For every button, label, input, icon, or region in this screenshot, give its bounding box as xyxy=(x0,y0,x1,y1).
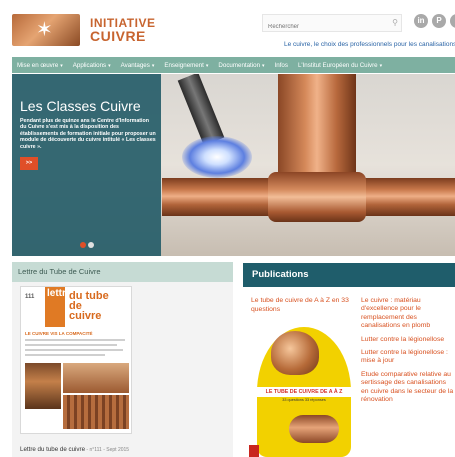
brand-name[interactable]: INITIATIVE CUIVRE xyxy=(90,17,155,44)
main-nav: Mise en œuvre ▾ Applications ▾ Avantages ▾ … xyxy=(12,57,455,73)
slider-dot-2[interactable] xyxy=(88,242,94,248)
chevron-down-icon: ▾ xyxy=(262,62,265,69)
book-title-link[interactable]: Le tube de cuivre de A à Z en 33 questio… xyxy=(251,297,351,314)
lettre-cover-image[interactable]: 111 lettre du tube de cuivre LE CUIVRE V… xyxy=(20,286,132,434)
nav-item-institut[interactable]: L'Institut Européen du Cuivre ▾ xyxy=(293,62,387,69)
lettre-panel: 111 lettre du tube de cuivre LE CUIVRE V… xyxy=(12,282,233,457)
nav-label: L'Institut Européen du Cuivre xyxy=(297,61,378,69)
nav-label: Infos xyxy=(274,61,288,69)
cover-text-line xyxy=(25,354,105,356)
nav-label: Documentation xyxy=(218,61,261,69)
nav-item-avantages[interactable]: Avantages ▾ xyxy=(116,62,160,69)
torch-image xyxy=(177,74,225,146)
nav-label: Mise en œuvre xyxy=(17,61,59,69)
slider-dot-1[interactable] xyxy=(80,242,86,248)
hero-text: Pendant plus de quinze ans le Centre d'I… xyxy=(20,118,156,150)
nav-item-infos[interactable]: Infos xyxy=(270,62,293,69)
hero-slider: Les Classes Cuivre Pendant plus de quinz… xyxy=(12,74,455,256)
book-cover-subtitle: 33 questions 33 réponses xyxy=(282,398,326,402)
chevron-down-icon: ▾ xyxy=(60,62,63,69)
hero-title: Les Classes Cuivre xyxy=(20,98,141,114)
lettre-heading: Lettre du Tube de Cuivre xyxy=(12,262,233,282)
linkedin-icon[interactable]: in xyxy=(414,14,428,28)
search-box: ⚲ xyxy=(262,14,402,35)
cover-subtitle: LE CUIVRE VIS LA COMPACITÉ xyxy=(25,331,93,336)
copper-elbow-image xyxy=(271,331,319,375)
cover-word: lettre xyxy=(47,288,72,299)
brand-line-2: CUIVRE xyxy=(90,28,146,44)
nav-label: Enseignement xyxy=(164,61,204,69)
nav-label: Avantages xyxy=(120,61,150,69)
chevron-down-icon: ▾ xyxy=(379,62,383,69)
publication-links: Le cuivre : matériau d'excellence pour l… xyxy=(361,297,455,409)
site-tagline: Le cuivre, le choix des professionnels p… xyxy=(284,41,455,48)
book-red-tab xyxy=(249,445,259,457)
publication-link[interactable]: Lutter contre la légionellose xyxy=(361,336,455,344)
publications-heading: Publications xyxy=(243,263,455,287)
search-input[interactable] xyxy=(263,19,383,35)
social-icon[interactable] xyxy=(450,14,455,28)
nav-item-documentation[interactable]: Documentation ▾ xyxy=(213,62,269,69)
chevron-down-icon: ▾ xyxy=(151,62,155,69)
cover-text-line xyxy=(25,339,125,341)
cover-photo xyxy=(63,395,129,429)
pinterest-icon[interactable]: P xyxy=(432,14,446,28)
book-cover-title: LE TUBE DE CUIVRE DE A À Z xyxy=(257,387,351,397)
publication-link[interactable]: Lutter contre la légionellose : mise à j… xyxy=(361,349,455,366)
publications-panel: Le tube de cuivre de A à Z en 33 questio… xyxy=(243,287,455,457)
copper-tube-image xyxy=(289,415,339,443)
cover-title-line: cuivre xyxy=(69,310,102,322)
site-logo[interactable]: ✶ xyxy=(12,14,80,46)
chevron-down-icon: ▾ xyxy=(205,62,209,69)
publication-link[interactable]: Le cuivre : matériau d'excellence pour l… xyxy=(361,297,455,331)
hero-more-button[interactable]: >> xyxy=(20,157,38,170)
lettre-issue: - n°111 - Sept 2015 xyxy=(85,447,130,453)
nav-item-mise-en-oeuvre[interactable]: Mise en œuvre ▾ xyxy=(12,62,68,69)
cover-title: du tube de cuivre xyxy=(69,291,109,322)
star-logo-icon: ✶ xyxy=(36,19,53,41)
flame-image xyxy=(182,136,252,178)
copper-tee-image xyxy=(268,172,366,222)
cover-photo xyxy=(25,363,61,409)
cover-text-line xyxy=(25,349,123,351)
chevron-down-icon: ▾ xyxy=(108,62,111,69)
cover-photo xyxy=(63,363,129,393)
search-icon[interactable]: ⚲ xyxy=(392,18,398,27)
lettre-caption-text: Lettre du tube de cuivre xyxy=(20,446,86,453)
nav-item-enseignement[interactable]: Enseignement ▾ xyxy=(159,62,213,69)
book-cover-image[interactable]: LE TUBE DE CUIVRE DE A À Z 33 questions … xyxy=(249,321,351,457)
cover-logo: 111 xyxy=(25,294,35,300)
nav-label: Applications xyxy=(72,61,107,69)
lettre-caption[interactable]: Lettre du tube de cuivre - n°111 - Sept … xyxy=(20,446,129,453)
nav-item-applications[interactable]: Applications ▾ xyxy=(68,62,116,69)
cover-text-line xyxy=(25,344,117,346)
publication-link[interactable]: Etude comparative relative au sertissage… xyxy=(361,371,455,405)
hero-caption-panel: Les Classes Cuivre Pendant plus de quinz… xyxy=(12,74,161,256)
